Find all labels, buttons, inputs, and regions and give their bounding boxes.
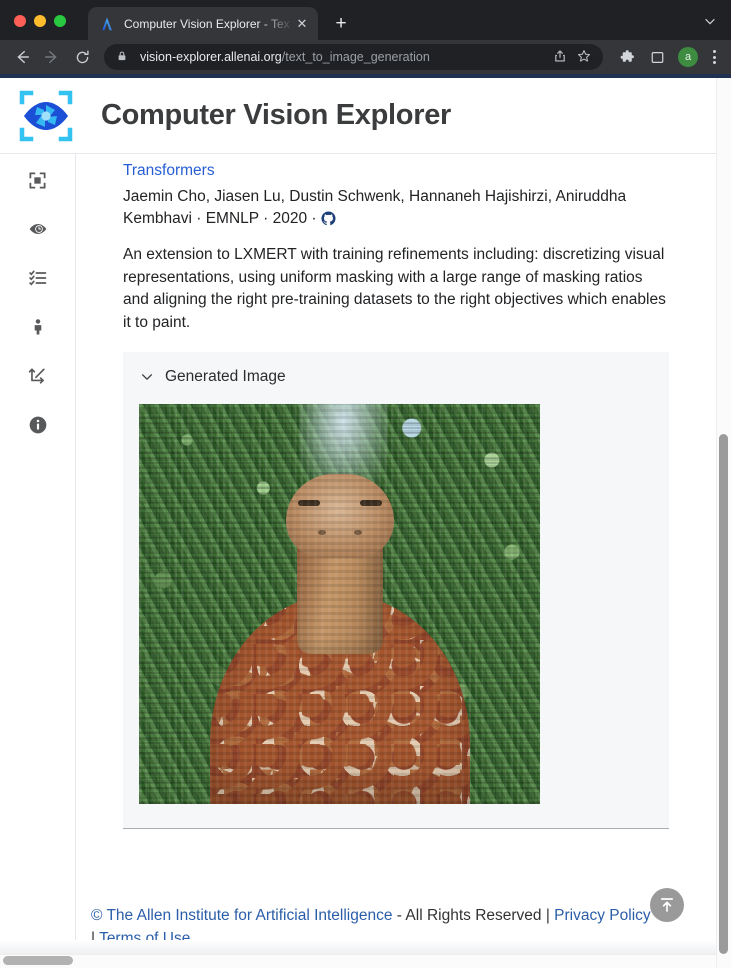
giraffe-head bbox=[285, 474, 394, 559]
sidebar-item-info[interactable] bbox=[25, 413, 51, 437]
paper-year: 2020 bbox=[272, 210, 308, 228]
footer-copyright-link[interactable]: © The Allen Institute for Artificial Int… bbox=[91, 907, 393, 924]
page-body: Transformers Jaemin Cho, Jiasen Lu, Dust… bbox=[0, 154, 731, 968]
authors-sep-1: · bbox=[191, 210, 206, 228]
github-icon[interactable] bbox=[321, 211, 336, 226]
back-arrow-icon[interactable] bbox=[8, 43, 36, 71]
url-path: /text_to_image_generation bbox=[281, 50, 430, 64]
url-domain: vision-explorer.allenai.org bbox=[140, 50, 282, 64]
kebab-menu-icon[interactable] bbox=[705, 50, 723, 64]
sidebar bbox=[0, 154, 76, 968]
paper-venue-link[interactable]: Transformers bbox=[123, 161, 684, 182]
page-title: Computer Vision Explorer bbox=[101, 99, 452, 131]
giraffe-nostril-right bbox=[353, 530, 362, 536]
tab-title: Computer Vision Explorer - Tex bbox=[124, 16, 290, 31]
share-icon[interactable] bbox=[553, 49, 569, 65]
sidebar-item-checklist[interactable] bbox=[25, 266, 51, 290]
sidebar-item-detection[interactable] bbox=[25, 168, 51, 192]
window-controls bbox=[0, 15, 66, 40]
paper-authors: Jaemin Cho, Jiasen Lu, Dustin Schwenk, H… bbox=[123, 186, 633, 230]
giraffe-eye-right bbox=[359, 500, 382, 507]
cv-explorer-eye-logo[interactable] bbox=[18, 88, 74, 144]
giraffe-nostril-left bbox=[317, 530, 326, 536]
close-tab-button[interactable]: ✕ bbox=[294, 16, 310, 32]
vertical-scrollbar[interactable] bbox=[716, 78, 731, 968]
paper-abstract: An extension to LXMERT with training ref… bbox=[123, 246, 666, 331]
horizontal-scrollbar-thumb[interactable] bbox=[3, 956, 73, 965]
footer-rights-text: - All Rights Reserved | bbox=[392, 907, 555, 925]
authors-sep-3: · bbox=[307, 210, 321, 228]
tab-search-chevron-down-icon[interactable] bbox=[697, 8, 723, 34]
sidebar-item-transform[interactable] bbox=[25, 364, 51, 388]
authors-sep-2: · bbox=[258, 210, 273, 228]
side-panel-icon[interactable] bbox=[645, 45, 669, 69]
vertical-scrollbar-thumb[interactable] bbox=[719, 434, 728, 954]
forward-arrow-icon[interactable] bbox=[38, 43, 66, 71]
giraffe-eye-left bbox=[297, 500, 320, 507]
address-bar[interactable]: vision-explorer.allenai.org/text_to_imag… bbox=[104, 44, 603, 70]
star-icon[interactable] bbox=[577, 49, 593, 65]
generated-image-title: Generated Image bbox=[165, 368, 286, 386]
generated-image[interactable] bbox=[139, 404, 540, 805]
reload-icon[interactable] bbox=[68, 43, 96, 71]
new-tab-button[interactable]: + bbox=[327, 9, 355, 37]
sidebar-item-person[interactable] bbox=[25, 315, 51, 339]
tab-strip: Computer Vision Explorer - Tex ✕ + bbox=[0, 0, 731, 40]
browser-tab[interactable]: Computer Vision Explorer - Tex ✕ bbox=[88, 7, 318, 40]
lock-icon bbox=[116, 49, 132, 65]
generated-image-header[interactable]: Generated Image bbox=[123, 364, 669, 386]
puzzle-icon[interactable] bbox=[615, 45, 639, 69]
giraffe-subject bbox=[209, 474, 470, 805]
scroll-to-top-button[interactable] bbox=[650, 888, 684, 922]
page-viewport: Computer Vision Explorer Transformers Ja… bbox=[0, 78, 731, 968]
horizontal-scrollbar[interactable] bbox=[0, 954, 716, 968]
paper-conference: EMNLP bbox=[205, 210, 259, 228]
url-text: vision-explorer.allenai.org/text_to_imag… bbox=[140, 50, 545, 64]
maximize-window-button[interactable] bbox=[54, 15, 66, 27]
ai2-favicon bbox=[99, 16, 115, 32]
minimize-window-button[interactable] bbox=[34, 15, 46, 27]
page-bottom-band bbox=[0, 940, 716, 954]
close-window-button[interactable] bbox=[14, 15, 26, 27]
profile-avatar[interactable]: a bbox=[678, 47, 698, 67]
chevron-down-icon[interactable] bbox=[140, 370, 154, 384]
browser-toolbar: vision-explorer.allenai.org/text_to_imag… bbox=[0, 40, 731, 74]
browser-window: Computer Vision Explorer - Tex ✕ + visio… bbox=[0, 0, 731, 968]
sidebar-item-visual-qa[interactable] bbox=[25, 217, 51, 241]
main-content: Transformers Jaemin Cho, Jiasen Lu, Dust… bbox=[76, 154, 731, 968]
generated-image-panel: Generated Image bbox=[123, 352, 669, 830]
site-header: Computer Vision Explorer bbox=[0, 78, 717, 154]
footer-privacy-link[interactable]: Privacy Policy bbox=[554, 907, 650, 924]
